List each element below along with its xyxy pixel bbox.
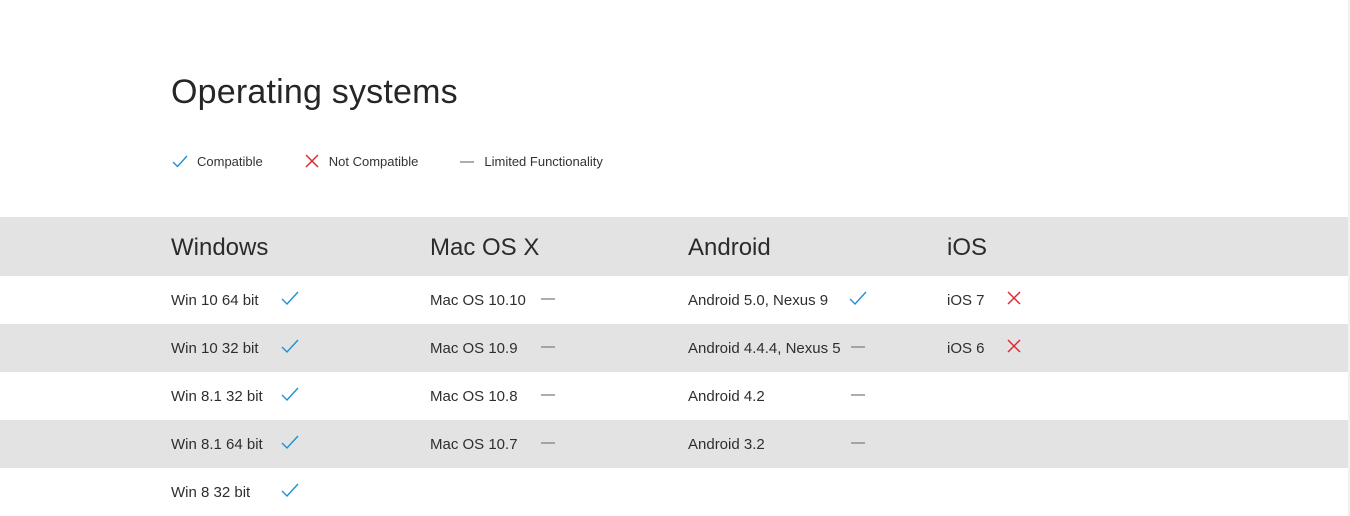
dash-icon bbox=[538, 384, 558, 404]
cross-icon bbox=[1004, 336, 1024, 356]
check-icon bbox=[280, 384, 300, 404]
os-version-label: Win 10 32 bit bbox=[171, 339, 259, 357]
dash-icon bbox=[538, 288, 558, 308]
os-version-label: Android 5.0, Nexus 9 bbox=[688, 291, 829, 309]
legend-label: Limited Functionality bbox=[484, 153, 603, 169]
check-icon bbox=[280, 432, 300, 452]
dash-icon bbox=[848, 336, 868, 356]
os-version-android: Android 4.2 bbox=[688, 372, 765, 420]
check-icon bbox=[280, 336, 300, 356]
os-version-windows: Win 10 32 bit bbox=[171, 324, 259, 372]
os-version-ios: iOS 7 bbox=[947, 276, 985, 324]
os-version-mac-os-x: Mac OS 10.9 bbox=[430, 324, 518, 372]
os-version-label: Win 8.1 64 bit bbox=[171, 435, 263, 453]
os-version-android: Android 5.0, Nexus 9 bbox=[688, 276, 828, 324]
legend-item-limited: Limited Functionality bbox=[458, 152, 603, 170]
table-row: Win 10 32 bit Mac OS 10.9 Android 4.4.4, N… bbox=[0, 324, 1348, 372]
dash-icon bbox=[848, 384, 868, 404]
os-version-ios: iOS 6 bbox=[947, 324, 985, 372]
dash-icon bbox=[538, 336, 558, 356]
check-icon bbox=[280, 288, 300, 308]
os-version-label: Mac OS 10.8 bbox=[430, 387, 518, 405]
legend: Compatible Not Compatible Limited Functi… bbox=[171, 152, 643, 170]
legend-item-not-compatible: Not Compatible bbox=[303, 152, 419, 170]
os-version-windows: Win 8 32 bit bbox=[171, 468, 250, 516]
os-version-label: iOS 6 bbox=[947, 339, 985, 357]
os-version-windows: Win 8.1 64 bit bbox=[171, 420, 263, 468]
os-version-windows: Win 8.1 32 bit bbox=[171, 372, 263, 420]
os-version-label: Mac OS 10.10 bbox=[430, 291, 526, 309]
column-header-windows: Windows bbox=[171, 233, 269, 261]
column-header-mac-os-x: Mac OS X bbox=[430, 233, 540, 261]
dash-icon bbox=[848, 432, 868, 452]
cross-icon bbox=[303, 152, 321, 170]
table-row: Win 8 32 bit bbox=[0, 468, 1348, 516]
os-version-label: Mac OS 10.9 bbox=[430, 339, 518, 357]
os-version-android: Android 4.4.4, Nexus 5 bbox=[688, 324, 841, 372]
os-version-windows: Win 10 64 bit bbox=[171, 276, 259, 324]
compatibility-table: Windows Mac OS X Android iOS Win 10 64 b… bbox=[0, 217, 1348, 516]
os-version-label: Android 3.2 bbox=[688, 435, 765, 453]
check-icon bbox=[171, 152, 189, 170]
os-version-mac-os-x: Mac OS 10.7 bbox=[430, 420, 518, 468]
os-version-label: Win 10 64 bit bbox=[171, 291, 259, 309]
check-icon bbox=[280, 480, 300, 500]
os-version-label: Win 8.1 32 bit bbox=[171, 387, 263, 405]
os-version-label: iOS 7 bbox=[947, 291, 985, 309]
os-version-mac-os-x: Mac OS 10.8 bbox=[430, 372, 518, 420]
os-version-mac-os-x: Mac OS 10.10 bbox=[430, 276, 526, 324]
os-version-label: Win 8 32 bit bbox=[171, 483, 251, 501]
dash-icon bbox=[458, 152, 476, 170]
legend-label: Compatible bbox=[197, 153, 263, 169]
table-row: Win 10 64 bit Mac OS 10.10 Android 5.0, Ne… bbox=[0, 276, 1348, 324]
os-version-label: Android 4.4.4, Nexus 5 bbox=[688, 339, 841, 357]
legend-item-compatible: Compatible bbox=[171, 152, 263, 170]
column-header-ios: iOS bbox=[947, 233, 988, 261]
table-header-row: Windows Mac OS X Android iOS bbox=[0, 217, 1348, 276]
table-row: Win 8.1 64 bit Mac OS 10.7 Android 3.2 bbox=[0, 420, 1348, 468]
os-compatibility-page: Operating systems Compatible Not Compati… bbox=[0, 0, 1350, 516]
os-version-android: Android 3.2 bbox=[688, 420, 765, 468]
check-icon bbox=[848, 288, 868, 308]
column-header-android: Android bbox=[688, 233, 771, 261]
page-title: Operating systems bbox=[171, 73, 458, 111]
cross-icon bbox=[1004, 288, 1024, 308]
os-version-label: Mac OS 10.7 bbox=[430, 435, 518, 453]
dash-icon bbox=[538, 432, 558, 452]
legend-label: Not Compatible bbox=[328, 153, 419, 169]
os-version-label: Android 4.2 bbox=[688, 387, 765, 405]
table-row: Win 8.1 32 bit Mac OS 10.8 Android 4.2 bbox=[0, 372, 1348, 420]
